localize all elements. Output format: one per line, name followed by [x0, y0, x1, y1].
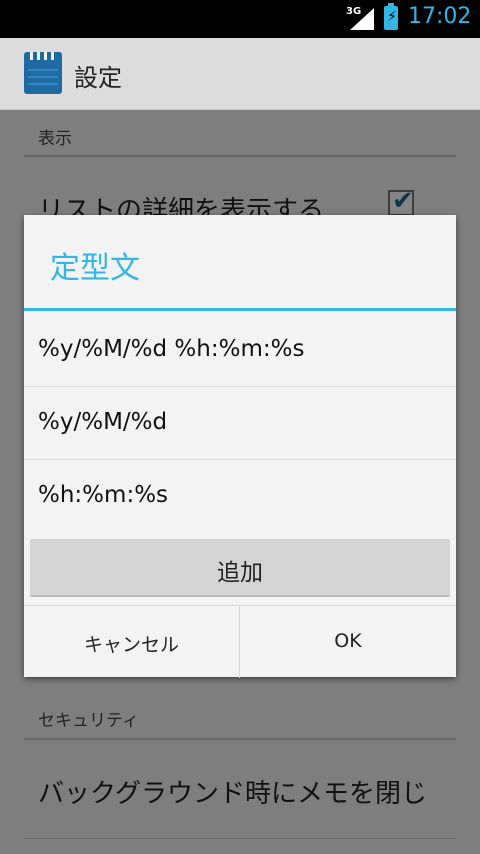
dialog-title: 定型文: [50, 251, 140, 286]
status-bar: 3G ⚡ 17:02: [0, 0, 480, 38]
battery-charging-icon: ⚡: [384, 3, 398, 30]
list-item-label: %h:%m:%s: [38, 482, 169, 508]
signal-strength-icon: [350, 8, 374, 30]
ok-button-label: OK: [334, 630, 362, 652]
add-button-label: 追加: [217, 560, 263, 586]
list-item[interactable]: %y/%M/%d %h:%m:%s: [24, 314, 456, 387]
action-bar: 設定: [0, 38, 480, 110]
list-item-label: %y/%M/%d %h:%m:%s: [38, 336, 305, 362]
cancel-button-label: キャンセル: [83, 634, 179, 656]
list-item[interactable]: %y/%M/%d: [24, 387, 456, 460]
cancel-button[interactable]: キャンセル: [24, 606, 240, 678]
ok-button[interactable]: OK: [240, 606, 456, 678]
list-item-label: %y/%M/%d: [38, 409, 168, 435]
app-notepad-icon[interactable]: [24, 52, 62, 94]
list-item[interactable]: %h:%m:%s: [24, 460, 456, 533]
template-text-dialog: 定型文 %y/%M/%d %h:%m:%s %y/%M/%d %h:%m:%s …: [24, 215, 456, 678]
status-clock: 17:02: [408, 4, 472, 29]
dialog-button-bar: キャンセル OK: [24, 605, 456, 678]
add-button[interactable]: 追加: [30, 539, 450, 597]
page-title: 設定: [74, 64, 122, 92]
dialog-title-bar: 定型文: [24, 215, 456, 311]
